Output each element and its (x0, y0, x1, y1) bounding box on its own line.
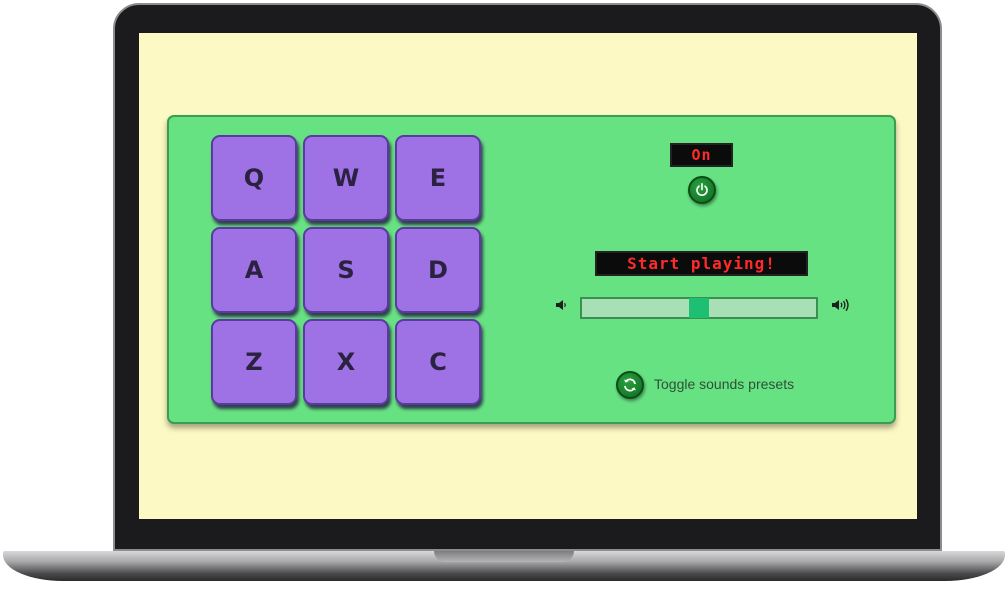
drum-pad-d[interactable]: D (395, 227, 481, 313)
drum-pad-z[interactable]: Z (211, 319, 297, 405)
drum-pad-x[interactable]: X (303, 319, 389, 405)
controls-panel: On Start playing! Toggle sounds presets (539, 117, 869, 426)
drum-pad-c[interactable]: C (395, 319, 481, 405)
laptop-base-notch (434, 551, 574, 562)
drum-pad-q[interactable]: Q (211, 135, 297, 221)
power-status-display: On (670, 143, 733, 167)
drum-pad-s[interactable]: S (303, 227, 389, 313)
drum-pad-e[interactable]: E (395, 135, 481, 221)
toggle-presets-button[interactable] (616, 371, 644, 399)
refresh-icon (624, 378, 636, 392)
drum-pad-grid: Q W E A S D Z X C (211, 135, 487, 411)
drum-machine: Q W E A S D Z X C On Start playing! Togg… (167, 115, 896, 424)
volume-low-icon (554, 298, 568, 312)
drum-pad-a[interactable]: A (211, 227, 297, 313)
volume-high-icon (831, 298, 851, 312)
power-icon (696, 182, 708, 196)
volume-slider[interactable] (580, 297, 818, 319)
sound-name-display: Start playing! (595, 251, 808, 276)
drum-pad-w[interactable]: W (303, 135, 389, 221)
power-button[interactable] (688, 176, 716, 204)
toggle-presets-label: Toggle sounds presets (654, 376, 795, 392)
volume-slider-thumb[interactable] (689, 298, 709, 318)
laptop-screen: Q W E A S D Z X C On Start playing! Togg… (139, 33, 917, 519)
